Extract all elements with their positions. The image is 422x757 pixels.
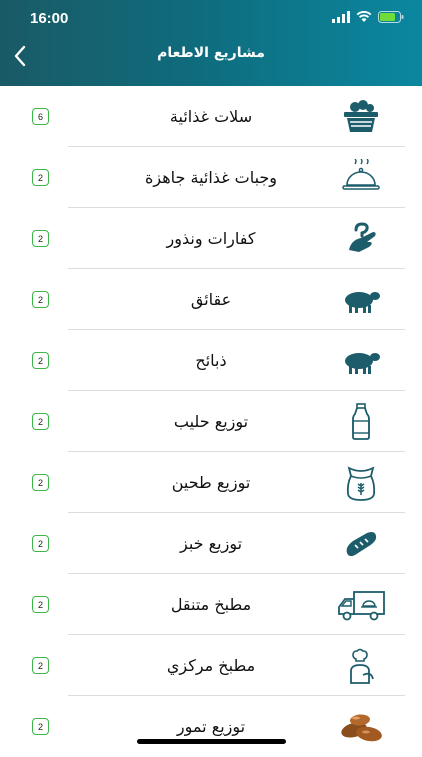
item-label: توزيع خبز [179, 534, 243, 553]
bread-icon [336, 525, 386, 563]
hand-question-icon [336, 220, 386, 258]
list-item-sacrifices[interactable]: 2 ذبائح [0, 330, 422, 391]
item-label: توزيع طحين [171, 473, 251, 492]
count-badge: 2 [32, 718, 49, 735]
app-header: 16:00 مشاريع الاطعام [0, 0, 422, 86]
list-item-milk-distribution[interactable]: 2 توزيع حليب [0, 391, 422, 452]
count-badge: 2 [32, 535, 49, 552]
count-badge: 2 [32, 230, 49, 247]
status-time: 16:00 [30, 10, 69, 27]
item-label: مطبخ متنقل [170, 595, 252, 614]
signal-icon [332, 11, 350, 23]
sheep-icon [336, 281, 386, 319]
food-basket-icon [336, 98, 386, 136]
item-label: توزيع تمور [176, 717, 246, 736]
count-badge: 2 [32, 474, 49, 491]
item-label: ذبائح [195, 351, 227, 370]
list-item-flour-distribution[interactable]: 2 توزيع طحين [0, 452, 422, 513]
item-label: كفارات ونذور [166, 229, 256, 248]
wifi-icon [356, 11, 372, 22]
page-title: مشاريع الاطعام [157, 45, 265, 61]
food-truck-icon [336, 586, 386, 624]
chef-icon [336, 647, 386, 685]
list-item-dates-distribution[interactable]: 2 توزيع تمور [0, 696, 422, 757]
item-label: عقائق [190, 290, 232, 309]
status-icons [332, 11, 404, 23]
milk-bottle-icon [336, 403, 386, 441]
list-item-mobile-kitchen[interactable]: 2 مطبخ متنقل [0, 574, 422, 635]
list-item-bread-distribution[interactable]: 2 توزيع خبز [0, 513, 422, 574]
list-item-food-baskets[interactable]: 6 سلات غذائية [0, 86, 422, 147]
home-indicator[interactable] [137, 739, 286, 744]
list-item-ready-meals[interactable]: 2 وجبات غذائية جاهزة [0, 147, 422, 208]
count-badge: 2 [32, 169, 49, 186]
count-badge: 2 [32, 657, 49, 674]
count-badge: 2 [32, 291, 49, 308]
count-badge: 6 [32, 108, 49, 125]
item-label: توزيع حليب [173, 412, 249, 431]
item-label: مطبخ مركزي [166, 656, 256, 675]
list-item-central-kitchen[interactable]: 2 مطبخ مركزي [0, 635, 422, 696]
list-item-expiations-vows[interactable]: 2 كفارات ونذور [0, 208, 422, 269]
count-badge: 2 [32, 352, 49, 369]
cloche-icon [336, 159, 386, 197]
dates-icon [336, 708, 386, 746]
count-badge: 2 [32, 413, 49, 430]
flour-sack-icon [336, 464, 386, 502]
count-badge: 2 [32, 596, 49, 613]
item-label: سلات غذائية [169, 107, 253, 126]
projects-list: 6 سلات غذائية 2 وجبات غذائية جاهزة 2 كفا… [0, 86, 422, 757]
sheep-icon [336, 342, 386, 380]
list-item-aqiqah[interactable]: 2 عقائق [0, 269, 422, 330]
battery-icon [378, 11, 404, 23]
item-label: وجبات غذائية جاهزة [144, 168, 278, 187]
